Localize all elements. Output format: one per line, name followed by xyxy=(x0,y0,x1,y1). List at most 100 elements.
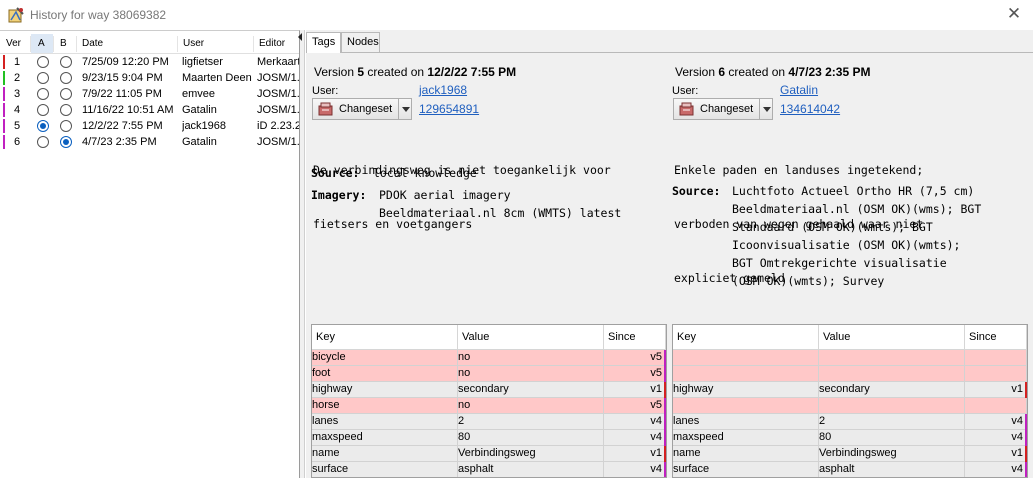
version-row[interactable]: 6 4/7/23 2:35 PM Gatalin JOSM/1. xyxy=(0,134,299,150)
version-radio-a[interactable] xyxy=(37,136,49,148)
tag-row[interactable]: bicycle no v5 xyxy=(312,350,666,366)
tag-since: v4 xyxy=(604,414,666,430)
tag-row[interactable]: lanes 2 v4 xyxy=(673,414,1027,430)
left-source: Source: local knowledge xyxy=(311,166,477,180)
col-header-since[interactable]: Since xyxy=(965,325,1027,350)
col-header-editor[interactable]: Editor xyxy=(259,34,299,53)
version-radio-a[interactable] xyxy=(37,120,49,132)
tag-row[interactable]: foot no v5 xyxy=(312,366,666,382)
version-row[interactable]: 5 12/2/22 7:55 PM jack1968 iD 2.23.2 xyxy=(0,118,299,134)
right-version-date: 4/7/23 2:35 PM xyxy=(788,65,871,79)
tag-row[interactable]: horse no v5 xyxy=(312,398,666,414)
close-icon[interactable]: ✕ xyxy=(1003,4,1025,24)
tag-row[interactable] xyxy=(673,398,1027,414)
version-radio-b[interactable] xyxy=(60,72,72,84)
tag-value: secondary xyxy=(458,382,604,398)
right-changeset-link[interactable]: 134614042 xyxy=(780,102,840,116)
col-header-value[interactable]: Value xyxy=(819,325,965,350)
right-changeset-label: Changeset xyxy=(700,103,754,115)
tag-row[interactable]: surface asphalt v4 xyxy=(312,462,666,477)
tag-key: horse xyxy=(312,398,458,414)
version-radio-a[interactable] xyxy=(37,56,49,68)
version-row[interactable]: 2 9/23/15 9:04 PM Maarten Deen JOSM/1. xyxy=(0,70,300,86)
version-radio-b[interactable] xyxy=(60,88,72,100)
version-row[interactable]: 3 7/9/22 11:05 PM emvee JOSM/1. xyxy=(0,86,300,102)
left-changeset-dropdown[interactable] xyxy=(398,98,412,120)
version-color-bar xyxy=(3,119,5,133)
tag-version-color-bar xyxy=(1025,462,1027,477)
right-changeset-button[interactable]: Changeset xyxy=(673,98,771,120)
version-table-header: Ver A B Date User Editor xyxy=(0,34,299,54)
tag-value xyxy=(819,350,965,366)
version-number: 2 xyxy=(14,72,21,84)
version-editor: Merkaart xyxy=(257,56,300,68)
left-changeset-button[interactable]: Changeset xyxy=(312,98,410,120)
left-tag-table-header: Key Value Since xyxy=(312,325,666,350)
version-radio-a[interactable] xyxy=(37,72,49,84)
version-user: jack1968 xyxy=(182,120,227,132)
tag-row[interactable] xyxy=(673,350,1027,366)
tag-since: v5 xyxy=(604,350,666,366)
tab-nodes[interactable]: Nodes xyxy=(341,32,380,52)
tag-key: highway xyxy=(673,382,819,398)
col-header-a[interactable]: A xyxy=(31,34,53,53)
version-date: 9/23/15 9:04 PM xyxy=(82,72,163,84)
changeset-icon xyxy=(318,102,333,116)
left-user-link[interactable]: jack1968 xyxy=(419,83,467,97)
tag-key: highway xyxy=(312,382,458,398)
col-header-ver[interactable]: Ver xyxy=(6,34,30,53)
left-changeset-label: Changeset xyxy=(339,103,393,115)
tag-version-color-bar xyxy=(664,414,666,430)
left-changeset-link[interactable]: 129654891 xyxy=(419,102,479,116)
tag-row[interactable]: highway secondary v1 xyxy=(312,382,666,398)
tab-tags[interactable]: Tags xyxy=(306,32,341,53)
version-radio-b[interactable] xyxy=(60,56,72,68)
version-radio-b[interactable] xyxy=(60,120,72,132)
version-color-bar xyxy=(3,103,5,117)
version-date: 7/25/09 12:20 PM xyxy=(82,56,169,68)
tag-version-color-bar xyxy=(664,382,666,398)
col-header-b[interactable]: B xyxy=(54,34,76,53)
col-header-since[interactable]: Since xyxy=(604,325,666,350)
tag-value: 2 xyxy=(819,414,965,430)
right-user-link[interactable]: Gatalin xyxy=(780,83,818,97)
tag-row[interactable] xyxy=(673,366,1027,382)
version-date: 12/2/22 7:55 PM xyxy=(82,120,163,132)
tag-row[interactable]: maxspeed 80 v4 xyxy=(312,430,666,446)
tag-value: Verbindingsweg xyxy=(458,446,604,462)
right-changeset-dropdown[interactable] xyxy=(759,98,773,120)
tag-row[interactable]: lanes 2 v4 xyxy=(312,414,666,430)
right-tag-table-header: Key Value Since xyxy=(673,325,1027,350)
tag-since: v5 xyxy=(604,366,666,382)
version-editor: JOSM/1. xyxy=(257,104,300,116)
version-number: 1 xyxy=(14,56,21,68)
version-radio-a[interactable] xyxy=(37,104,49,116)
col-header-key[interactable]: Key xyxy=(312,325,458,350)
col-header-key[interactable]: Key xyxy=(673,325,819,350)
tag-since: v4 xyxy=(965,462,1027,477)
panel-splitter[interactable] xyxy=(300,30,305,478)
tag-row[interactable]: surface asphalt v4 xyxy=(673,462,1027,477)
version-row[interactable]: 1 7/25/09 12:20 PM ligfietser Merkaart xyxy=(0,54,300,70)
tag-row[interactable]: name Verbindingsweg v1 xyxy=(673,446,1027,462)
version-row[interactable]: 4 11/16/22 10:51 AM Gatalin JOSM/1. xyxy=(0,102,300,118)
tag-key: lanes xyxy=(673,414,819,430)
version-list-panel: Ver A B Date User Editor 1 7/25/09 12:20 … xyxy=(0,30,300,478)
tag-value: no xyxy=(458,350,604,366)
version-radio-b[interactable] xyxy=(60,136,72,148)
col-header-value[interactable]: Value xyxy=(458,325,604,350)
version-date: 4/7/23 2:35 PM xyxy=(82,136,157,148)
version-radio-a[interactable] xyxy=(37,88,49,100)
version-editor: JOSM/1. xyxy=(257,88,300,100)
tag-key: foot xyxy=(312,366,458,382)
tag-key: lanes xyxy=(312,414,458,430)
version-radio-b[interactable] xyxy=(60,104,72,116)
col-header-date[interactable]: Date xyxy=(82,34,177,53)
col-header-user[interactable]: User xyxy=(183,34,253,53)
tag-row[interactable]: highway secondary v1 xyxy=(673,382,1027,398)
version-editor: JOSM/1. xyxy=(257,72,300,84)
tag-row[interactable]: name Verbindingsweg v1 xyxy=(312,446,666,462)
collapse-arrow-icon[interactable] xyxy=(298,33,302,41)
tag-since: v1 xyxy=(604,446,666,462)
tag-row[interactable]: maxspeed 80 v4 xyxy=(673,430,1027,446)
